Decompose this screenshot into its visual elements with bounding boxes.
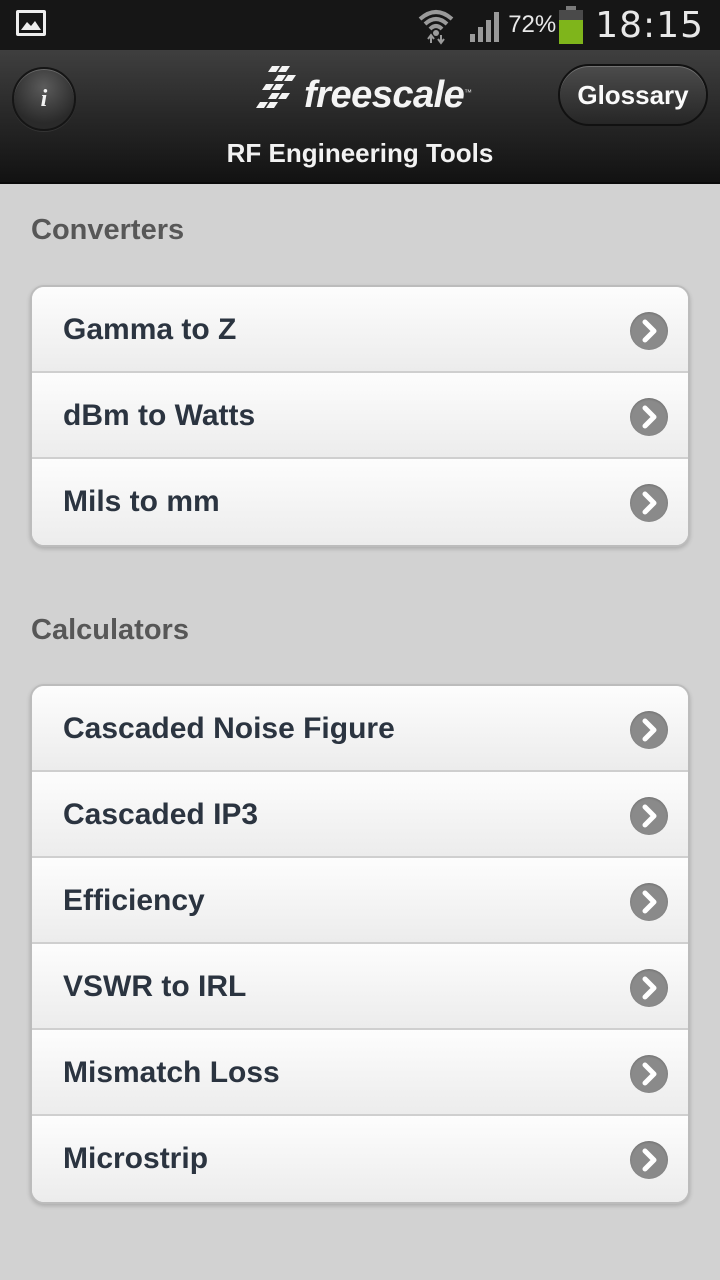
wifi-icon xyxy=(418,10,454,45)
list-item-vswr-to-irl[interactable]: VSWR to IRL xyxy=(32,944,688,1030)
logo-trademark: ™ xyxy=(464,88,472,97)
list-item-cascaded-noise-figure[interactable]: Cascaded Noise Figure xyxy=(32,686,688,772)
chevron-right-icon xyxy=(630,797,668,835)
freescale-logo-mark xyxy=(256,66,296,108)
list-item-dbm-to-watts[interactable]: dBm to Watts xyxy=(32,373,688,459)
chevron-right-icon xyxy=(630,484,668,522)
list-item-label: Efficiency xyxy=(63,884,205,917)
section-title-converters: Converters xyxy=(31,214,185,246)
list-item-mismatch-loss[interactable]: Mismatch Loss xyxy=(32,1030,688,1116)
chevron-right-icon xyxy=(630,883,668,921)
list-item-label: Mismatch Loss xyxy=(63,1056,280,1089)
signal-icon xyxy=(470,12,500,42)
list-item-label: Microstrip xyxy=(63,1142,209,1175)
list-item-label: VSWR to IRL xyxy=(63,970,247,1003)
list-item-label: Cascaded Noise Figure xyxy=(63,712,395,745)
list-item-label: Cascaded IP3 xyxy=(63,798,259,831)
list-item-label: dBm to Watts xyxy=(63,399,256,432)
chevron-right-icon xyxy=(630,398,668,436)
status-bar: 72% 18:15 xyxy=(0,0,720,50)
chevron-right-icon xyxy=(630,711,668,749)
chevron-right-icon xyxy=(630,969,668,1007)
chevron-right-icon xyxy=(630,312,668,350)
calculators-list: Cascaded Noise Figure Cascaded IP3 Effic… xyxy=(30,684,690,1204)
converters-list: Gamma to Z dBm to Watts Mils to mm xyxy=(30,285,690,547)
battery-percent: 72% xyxy=(508,11,557,38)
info-button[interactable]: i xyxy=(12,67,76,131)
list-item-gamma-to-z[interactable]: Gamma to Z xyxy=(32,287,688,373)
battery-icon xyxy=(559,6,584,44)
app-header: i freescale ™ RF Engineering Tools Gloss… xyxy=(0,50,720,184)
info-icon: i xyxy=(40,85,48,112)
glossary-button[interactable]: Glossary xyxy=(558,64,708,126)
section-title-calculators: Calculators xyxy=(31,614,189,646)
list-item-mils-to-mm[interactable]: Mils to mm xyxy=(32,459,688,545)
freescale-logo: freescale ™ xyxy=(252,64,482,124)
chevron-right-icon xyxy=(630,1141,668,1179)
chevron-right-icon xyxy=(630,1055,668,1093)
list-item-microstrip[interactable]: Microstrip xyxy=(32,1116,688,1202)
clock: 18:15 xyxy=(595,4,704,46)
list-item-label: Mils to mm xyxy=(63,485,220,518)
list-item-label: Gamma to Z xyxy=(63,313,237,346)
logo-text: freescale xyxy=(304,74,465,116)
list-item-efficiency[interactable]: Efficiency xyxy=(32,858,688,944)
list-item-cascaded-ip3[interactable]: Cascaded IP3 xyxy=(32,772,688,858)
gallery-icon xyxy=(16,10,46,36)
app-subtitle: RF Engineering Tools xyxy=(226,138,494,168)
